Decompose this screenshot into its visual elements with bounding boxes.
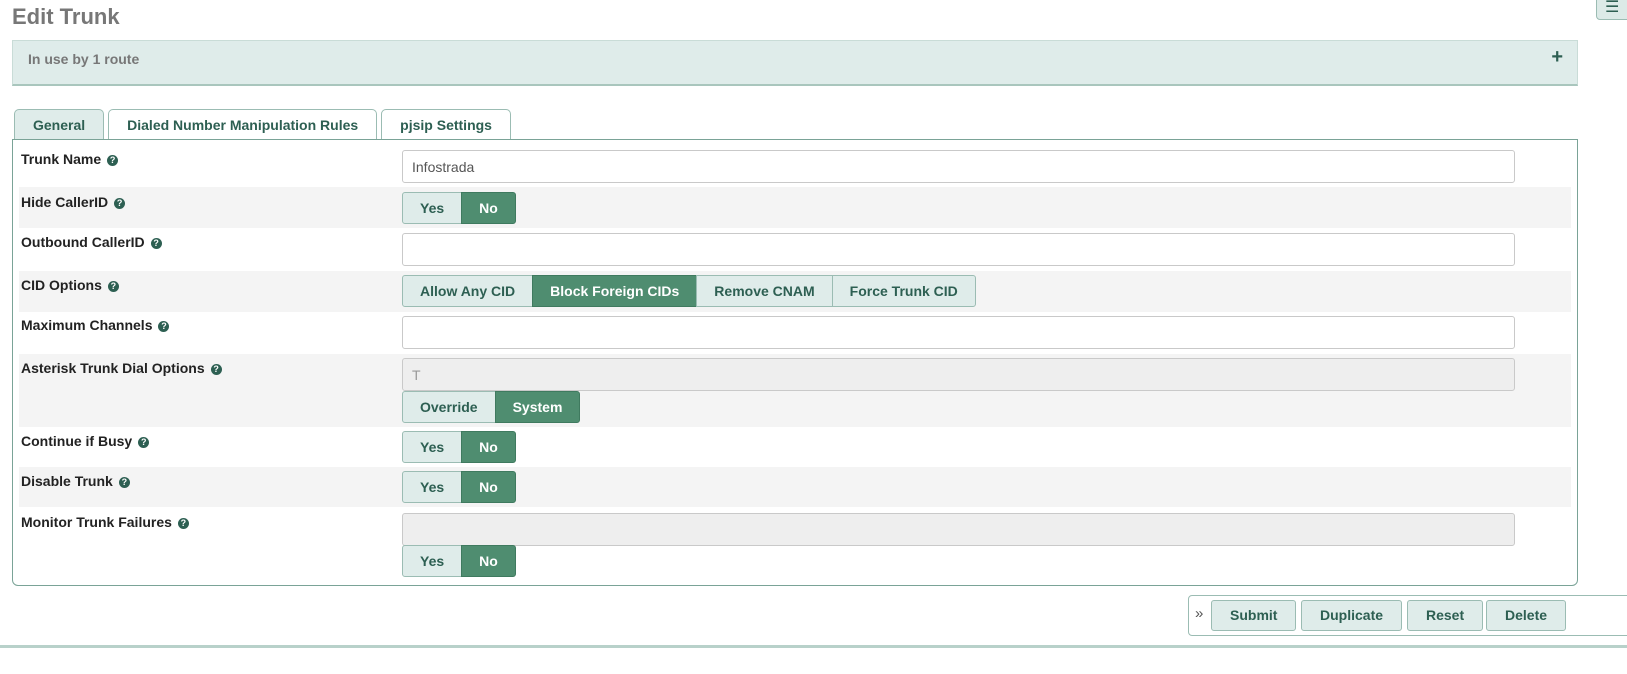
continue-busy-row: Continue if Busy? Yes No [19, 427, 1571, 467]
help-icon[interactable]: ? [107, 155, 119, 166]
usage-panel[interactable]: In use by 1 route + [12, 40, 1578, 86]
monitor-failures-yes[interactable]: Yes [402, 545, 463, 577]
cid-options-label: CID Options [21, 277, 102, 293]
disable-trunk-yes[interactable]: Yes [402, 471, 463, 503]
cid-options-row: CID Options? Allow Any CID Block Foreign… [19, 271, 1571, 312]
tab-general[interactable]: General [14, 109, 105, 140]
action-bar: » Submit Duplicate Reset Delete [1188, 595, 1627, 636]
max-channels-label: Maximum Channels [21, 317, 153, 333]
cid-remove-cnam[interactable]: Remove CNAM [696, 275, 833, 307]
delete-button[interactable]: Delete [1486, 600, 1567, 631]
hide-callerid-row: Hide CallerID? Yes No [19, 187, 1571, 228]
page-title: Edit Trunk [12, 4, 120, 29]
help-icon[interactable]: ? [138, 437, 150, 448]
monitor-failures-input[interactable] [402, 513, 1515, 546]
expand-icon[interactable]: + [1551, 46, 1563, 69]
outbound-callerid-row: Outbound CallerID? [19, 228, 1571, 271]
usage-text: In use by 1 route [28, 51, 140, 67]
tab-bar: General Dialed Number Manipulation Rules… [14, 109, 515, 140]
trunk-name-input[interactable] [402, 150, 1515, 183]
help-icon[interactable]: ? [177, 518, 189, 529]
dial-options-label: Asterisk Trunk Dial Options [21, 360, 205, 376]
monitor-failures-row: Monitor Trunk Failures? Yes No [19, 507, 1571, 581]
list-icon[interactable]: ☰ [1596, 0, 1627, 20]
trunk-name-row: Trunk Name? [19, 146, 1571, 187]
footer-divider [0, 645, 1627, 648]
cid-options-toggle: Allow Any CID Block Foreign CIDs Remove … [402, 275, 976, 307]
monitor-failures-toggle: Yes No [402, 545, 516, 577]
outbound-callerid-input[interactable] [402, 233, 1515, 266]
dial-options-override[interactable]: Override [402, 391, 496, 423]
continue-busy-yes[interactable]: Yes [402, 431, 463, 463]
dial-options-system[interactable]: System [494, 391, 581, 423]
duplicate-button[interactable]: Duplicate [1301, 600, 1403, 631]
hide-callerid-no[interactable]: No [461, 192, 516, 224]
general-panel: Trunk Name? Hide CallerID? Yes No Outbou… [12, 139, 1578, 586]
hide-callerid-toggle: Yes No [402, 192, 516, 224]
tab-pjsip-settings[interactable]: pjsip Settings [381, 109, 511, 140]
help-icon[interactable]: ? [150, 238, 162, 249]
disable-trunk-toggle: Yes No [402, 471, 516, 503]
help-icon[interactable]: ? [210, 364, 222, 375]
dial-options-row: Asterisk Trunk Dial Options? Override Sy… [19, 354, 1571, 427]
hide-callerid-label: Hide CallerID [21, 194, 109, 210]
outbound-callerid-label: Outbound CallerID [21, 234, 145, 250]
collapse-icon[interactable]: » [1195, 605, 1203, 622]
cid-block-foreign[interactable]: Block Foreign CIDs [532, 275, 698, 307]
dial-options-input[interactable] [402, 358, 1515, 391]
max-channels-input[interactable] [402, 316, 1515, 349]
continue-busy-no[interactable]: No [461, 431, 516, 463]
monitor-failures-label: Monitor Trunk Failures [21, 514, 172, 530]
monitor-failures-no[interactable]: No [461, 545, 516, 577]
continue-busy-label: Continue if Busy [21, 433, 133, 449]
disable-trunk-row: Disable Trunk? Yes No [19, 467, 1571, 507]
continue-busy-toggle: Yes No [402, 431, 516, 463]
help-icon[interactable]: ? [158, 321, 170, 332]
help-icon[interactable]: ? [114, 198, 126, 209]
submit-button[interactable]: Submit [1211, 600, 1297, 631]
cid-force-trunk[interactable]: Force Trunk CID [831, 275, 976, 307]
trunk-name-label: Trunk Name [21, 151, 102, 167]
reset-button[interactable]: Reset [1407, 600, 1484, 631]
disable-trunk-label: Disable Trunk [21, 473, 113, 489]
disable-trunk-no[interactable]: No [461, 471, 516, 503]
tab-dialed-number-rules[interactable]: Dialed Number Manipulation Rules [108, 109, 378, 140]
hide-callerid-yes[interactable]: Yes [402, 192, 463, 224]
help-icon[interactable]: ? [118, 477, 130, 488]
dial-options-toggle: Override System [402, 391, 581, 423]
cid-allow-any[interactable]: Allow Any CID [402, 275, 534, 307]
help-icon[interactable]: ? [107, 281, 119, 292]
max-channels-row: Maximum Channels? [19, 312, 1571, 354]
